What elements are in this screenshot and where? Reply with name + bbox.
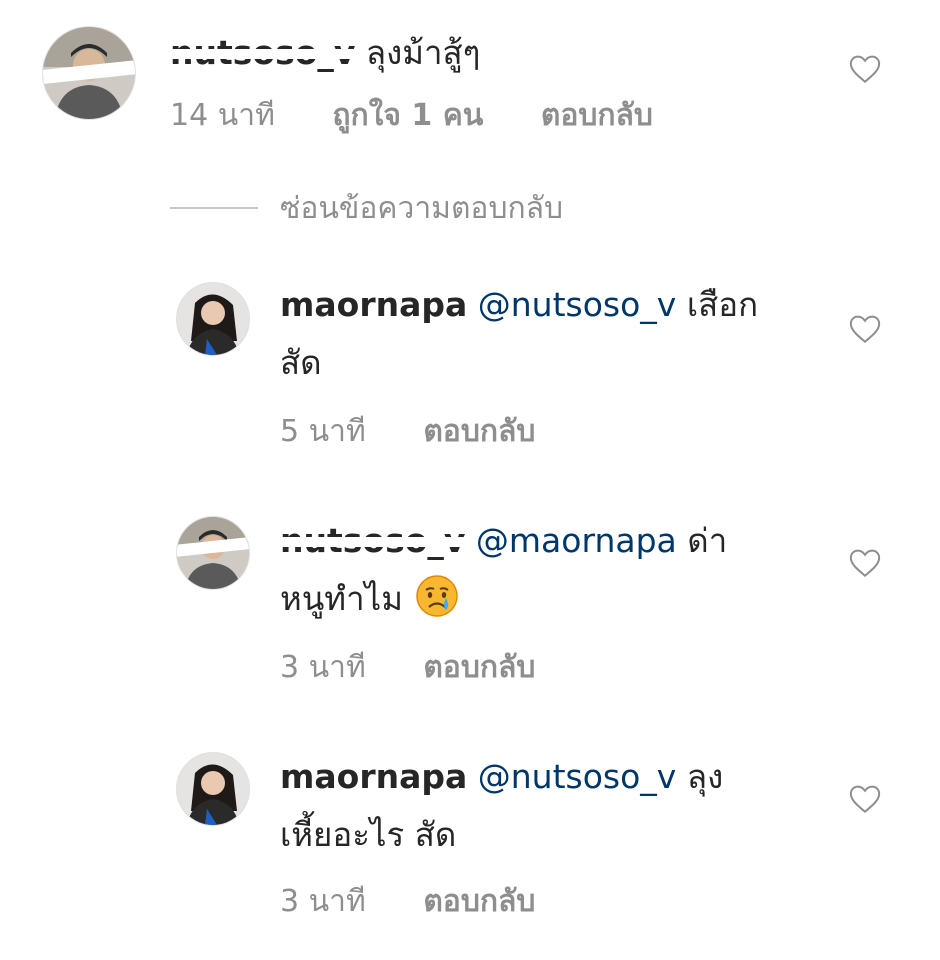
avatar[interactable] — [42, 26, 136, 120]
comment-meta: 5 นาที ตอบกลับ — [280, 408, 583, 455]
comment-meta: 14 นาที ถูกใจ 1 คน ตอบกลับ — [170, 92, 701, 139]
comment-body: ลุง — [686, 757, 724, 796]
mention-link[interactable]: @nutsoso_v — [478, 285, 677, 324]
mention-link[interactable]: @nutsoso_v — [478, 757, 677, 796]
heart-icon[interactable] — [848, 782, 882, 816]
hide-replies-button[interactable]: ซ่อนข้อความตอบกลับ — [170, 186, 563, 230]
comment-text: maornapa @nutsoso_v ลุง เหี้ยอะไร สัด — [280, 748, 723, 864]
profile-photo-woman-icon — [177, 753, 249, 825]
comment-text: maornapa @nutsoso_v เสือก สัด — [280, 276, 758, 392]
comment-body-line2: หนูทำไม — [280, 579, 403, 618]
comment-text: nutsoso_v @maornapa ด่า หนูทำไม — [280, 512, 727, 628]
avatar[interactable] — [176, 516, 250, 590]
avatar[interactable] — [176, 282, 250, 356]
heart-icon[interactable] — [848, 312, 882, 346]
comment-body: ด่า — [687, 521, 728, 560]
comment-body-line2: เหี้ยอะไร สัด — [280, 815, 457, 854]
reply-button[interactable]: ตอบกลับ — [423, 414, 535, 449]
timestamp: 14 นาที — [170, 98, 275, 133]
username[interactable]: nutsoso_v — [280, 521, 465, 560]
avatar[interactable] — [176, 752, 250, 826]
timestamp: 3 นาที — [280, 884, 366, 919]
profile-photo-woman-icon — [177, 283, 249, 355]
mention-link[interactable]: @maornapa — [476, 521, 677, 560]
crying-face-emoji-icon — [416, 575, 459, 617]
reply-button[interactable]: ตอบกลับ — [423, 884, 535, 919]
divider-line — [170, 207, 258, 209]
comment-text: nutsoso_v ลุงม้าสู้ๆ — [170, 24, 480, 82]
username[interactable]: maornapa — [280, 757, 467, 796]
likes-count-button[interactable]: ถูกใจ 1 คน — [332, 98, 483, 133]
username[interactable]: maornapa — [280, 285, 467, 324]
comment-meta: 3 นาที ตอบกลับ — [280, 644, 583, 691]
reply-button[interactable]: ตอบกลับ — [541, 98, 653, 133]
timestamp: 3 นาที — [280, 650, 366, 685]
hide-replies-label: ซ่อนข้อความตอบกลับ — [280, 190, 564, 226]
comment-body: ลุงม้าสู้ๆ — [365, 33, 481, 72]
heart-icon[interactable] — [848, 52, 882, 86]
username[interactable]: nutsoso_v — [170, 33, 355, 72]
comment-body-line2: สัด — [280, 343, 322, 382]
reply-button[interactable]: ตอบกลับ — [423, 650, 535, 685]
comment-meta: 3 นาที ตอบกลับ — [280, 878, 583, 925]
heart-icon[interactable] — [848, 546, 882, 580]
timestamp: 5 นาที — [280, 414, 366, 449]
comment-body: เสือก — [686, 285, 759, 324]
